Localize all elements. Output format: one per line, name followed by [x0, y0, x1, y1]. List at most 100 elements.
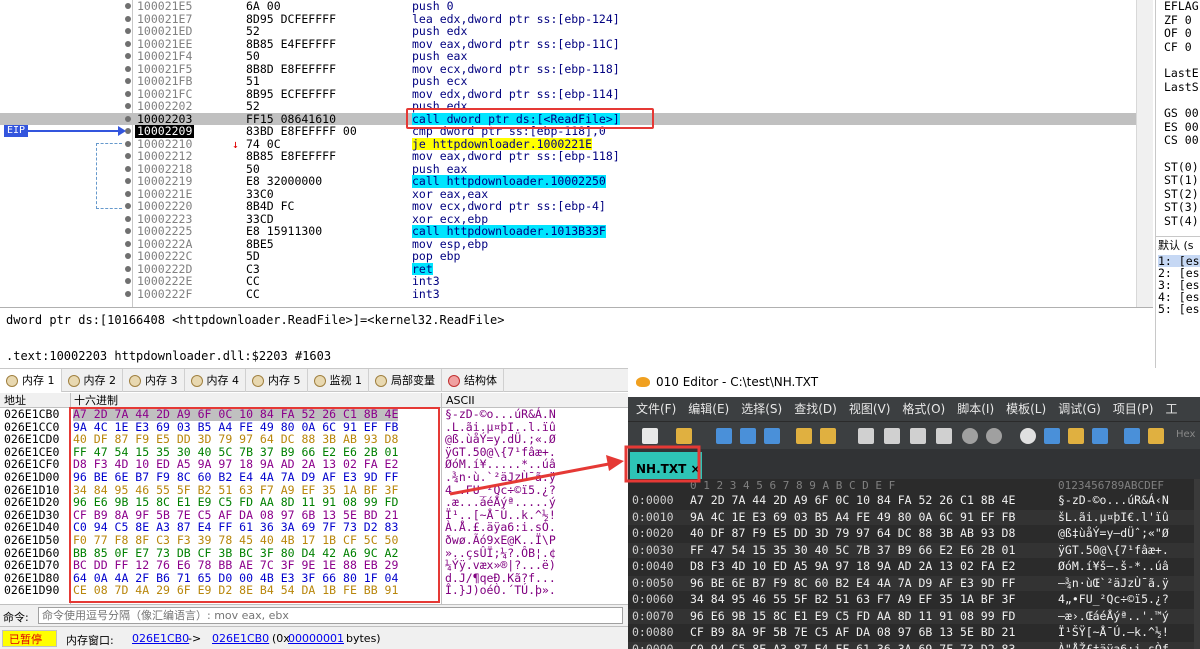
disasm-row[interactable]: 100021F4 50 push eax: [0, 50, 1136, 63]
cut-icon[interactable]: [858, 428, 874, 444]
disasm-row[interactable]: 100021E5 6A 00 push 0: [0, 0, 1136, 13]
save-icon[interactable]: [716, 428, 732, 444]
mem-count-link[interactable]: 00000001: [288, 632, 344, 645]
breakpoint-dot-icon[interactable]: [125, 240, 131, 247]
editor-hex-bytes[interactable]: A7 2D 7A 44 2D A9 6F 0C 10 84 FA 52 26 C…: [690, 493, 1015, 508]
disassembly-scrollbar[interactable]: [1136, 0, 1153, 307]
reg-es[interactable]: ES 00: [1164, 120, 1200, 135]
breakpoint-dot-icon[interactable]: [125, 53, 131, 59]
mem-to-link[interactable]: 026E1CB0: [212, 632, 269, 645]
save-all-icon[interactable]: [764, 428, 780, 444]
breakpoint-dot-icon[interactable]: [125, 215, 131, 222]
tab-struct[interactable]: 结构体: [442, 369, 504, 392]
editor-ascii-text[interactable]: ÿGT.50@\{7¹fâæ+.: [1058, 543, 1169, 558]
dump-ascii[interactable]: Î.}J)oéÒ.´TÚ.þ».: [445, 584, 556, 597]
disasm-row[interactable]: 10002225 E8 15911300 call httpdownloader.1…: [0, 225, 1136, 238]
editor-ascii-text[interactable]: À"ÅŽ£‡äÿa6:i.sÒƒ: [1058, 642, 1169, 649]
menu-select[interactable]: 选择(S): [733, 397, 782, 421]
editor-ascii-text[interactable]: §-zD-©o...úR&Á‹N: [1058, 493, 1169, 508]
tab-memory-1[interactable]: 内存 1: [0, 369, 62, 392]
breakpoint-dot-icon[interactable]: [125, 90, 131, 97]
save-as-icon[interactable]: [740, 428, 756, 444]
breakpoint-dot-icon[interactable]: [125, 178, 131, 184]
editor-hex-bytes[interactable]: C0 94 C5 8E A3 87 E4 FF 61 36 3A 69 7F 7…: [690, 642, 1015, 649]
flag-zf[interactable]: ZF 0: [1164, 13, 1200, 28]
redo-icon[interactable]: [986, 428, 1002, 444]
editor-hex-bytes[interactable]: FF 47 54 15 35 30 40 5C 7B 37 B9 66 E2 E…: [690, 543, 1015, 558]
breakpoint-dot-icon[interactable]: [125, 65, 131, 72]
disasm-row[interactable]: 1000222E CC int3: [0, 275, 1136, 288]
menu-templates[interactable]: 模板(L): [998, 397, 1046, 421]
editor-hex-bytes[interactable]: D8 F3 4D 10 ED A5 9A 97 18 9A AD 2A 13 0…: [690, 559, 1015, 574]
disasm-row[interactable]: 10002219 E8 32000000 call httpdownloader.1…: [0, 175, 1136, 188]
undo-icon[interactable]: [962, 428, 978, 444]
disassembly-view[interactable]: 100021E5 6A 00 push 0 100021E7 8D95 DCFEFFFF…: [0, 0, 1153, 308]
paste-icon[interactable]: [910, 428, 926, 444]
call-args-header[interactable]: 默认 (s: [1158, 237, 1200, 255]
editor-ascii-text[interactable]: Ï¹ŠŸ[~Å¯Ú.—k.^½!: [1058, 625, 1169, 640]
breakpoint-dot-icon[interactable]: [125, 190, 131, 197]
menu-tools[interactable]: 工: [1157, 397, 1177, 421]
reg-cs[interactable]: CS 00: [1164, 133, 1200, 148]
editor-ascii-text[interactable]: 4„•FU_²Qc÷©ï5.¿?: [1058, 592, 1169, 607]
disasm-row[interactable]: 1000222C 5D pop ebp: [0, 250, 1136, 263]
editor-hex-row[interactable]: 0:0010 9A 4C 1E E3 69 03 B5 A4 FE 49 80 0…: [628, 509, 1194, 525]
workspace-icon[interactable]: [820, 428, 836, 444]
close-icon[interactable]: ×: [690, 462, 700, 476]
menu-edit[interactable]: 编辑(E): [680, 397, 729, 421]
call-args-panel[interactable]: 默认 (s 1: [es 2: [es 3: [es 4: [es 5: [es: [1155, 236, 1200, 368]
editor-hex-row[interactable]: 0:0040 D8 F3 4D 10 ED A5 9A 97 18 9A AD 2…: [628, 559, 1194, 574]
breakpoint-dot-icon[interactable]: [125, 78, 131, 84]
editor-hex-row[interactable]: 0:0030 FF 47 54 15 35 30 40 5C 7B 37 B9 6…: [628, 542, 1194, 558]
breakpoint-dot-icon[interactable]: [125, 228, 131, 234]
editor-hex-row[interactable]: 0:0080 CF B9 8A 9F 5B 7E C5 AF DA 08 97 6…: [628, 625, 1194, 640]
disasm-row[interactable]: 100021FB 51 push ecx: [0, 75, 1136, 88]
folder-icon[interactable]: [796, 428, 812, 444]
tab-memory-2[interactable]: 内存 2: [62, 369, 123, 392]
menu-scripts[interactable]: 脚本(I): [949, 397, 994, 421]
dump-ascii[interactable]: §-zD-©o...úR&Á.N: [445, 408, 556, 421]
delete-icon[interactable]: [936, 428, 952, 444]
breakpoint-dot-icon[interactable]: [125, 115, 131, 122]
editor-hex-bytes[interactable]: CF B9 8A 9F 5B 7E C5 AF DA 08 97 6B 13 5…: [690, 625, 1015, 640]
menu-project[interactable]: 项目(P): [1105, 397, 1154, 421]
replace-icon[interactable]: [1044, 428, 1060, 444]
goto-icon[interactable]: [1092, 428, 1108, 444]
script-icon[interactable]: [1148, 428, 1164, 444]
mem-from-link[interactable]: 026E1CB0: [132, 632, 189, 645]
dump-ascii[interactable]: .¾n·ù.`²äJzÙ¯ã.ÿ: [445, 471, 556, 484]
menu-search[interactable]: 查找(D): [786, 397, 837, 421]
editor-hex-row[interactable]: 0:0050 96 BE 6E B7 F9 8C 60 B2 E4 4A 7A D…: [628, 575, 1194, 591]
editor-hex-bytes[interactable]: 34 84 95 46 55 5F B2 51 63 F7 A9 EF 35 1…: [690, 592, 1015, 607]
reg-st4[interactable]: ST(4): [1164, 214, 1200, 229]
reg-st2[interactable]: ST(2): [1164, 187, 1200, 202]
editor-ascii-text[interactable]: –æ›.ŒáéÅýª..'.™ý: [1058, 609, 1169, 624]
disasm-row[interactable]: 100021ED 52 push edx: [0, 25, 1136, 38]
dump-ascii[interactable]: ¼Ýÿ.væx»®|?...ë): [445, 559, 556, 572]
editor-hex-row[interactable]: 0:0070 96 E6 9B 15 8C E1 E9 C5 FD AA 8D 1…: [628, 608, 1194, 624]
breakpoint-dot-icon[interactable]: [125, 140, 131, 147]
disasm-row[interactable]: 1000222F CC int3: [0, 287, 1136, 301]
reg-st1[interactable]: ST(1): [1164, 173, 1200, 188]
registers-panel[interactable]: EFLAG ZF 0 OF 0 CF 0 LastE LastS GS 00 E…: [1155, 0, 1200, 236]
disasm-row[interactable]: 10002220 8B4D FC mov ecx,dword ptr ss:[ebp…: [0, 200, 1136, 213]
menu-view[interactable]: 视图(V): [841, 397, 891, 421]
editor-hex-row[interactable]: 0:0000 A7 2D 7A 44 2D A9 6F 0C 10 84 FA 5…: [628, 493, 1194, 508]
editor-window[interactable]: 010 Editor - C:\test\NH.TXT 文件(F) 编辑(E) …: [628, 368, 1200, 649]
tab-memory-3[interactable]: 内存 3: [123, 369, 185, 392]
reg-gs[interactable]: GS 00: [1164, 106, 1200, 121]
open-folder-icon[interactable]: [676, 428, 692, 444]
reg-st3[interactable]: ST(3): [1164, 200, 1200, 215]
breakpoint-dot-icon[interactable]: [125, 203, 131, 209]
tab-memory-4[interactable]: 内存 4: [185, 369, 246, 392]
breakpoint-dot-icon[interactable]: [125, 265, 131, 272]
find-in-files-icon[interactable]: [1068, 428, 1084, 444]
editor-scrollbar[interactable]: [1194, 479, 1200, 649]
breakpoint-dot-icon[interactable]: [125, 153, 131, 159]
reg-st0[interactable]: ST(0): [1164, 160, 1200, 175]
menu-file[interactable]: 文件(F): [628, 397, 676, 421]
editor-hex-row[interactable]: 0:0020 40 DF 87 F9 E5 DD 3D 79 97 64 DC 8…: [628, 526, 1194, 541]
editor-hex-row[interactable]: 0:0090 C0 94 C5 8E A3 87 E4 FF 61 36 3A 6…: [628, 641, 1194, 649]
tab-watch-1[interactable]: 监视 1: [308, 369, 369, 392]
command-input[interactable]: [38, 607, 623, 624]
